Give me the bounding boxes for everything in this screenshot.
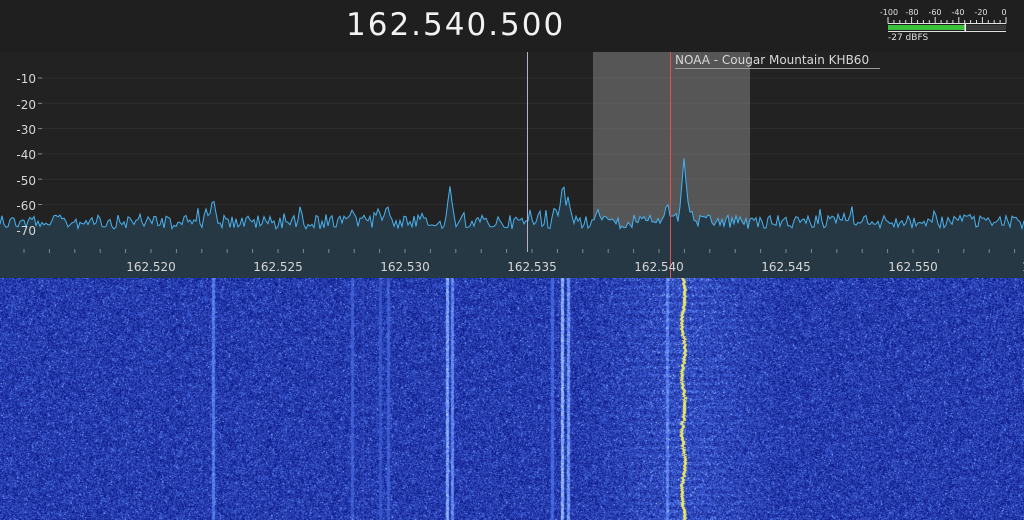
spectrum-trace — [0, 158, 1024, 231]
smeter-level-bar — [888, 25, 966, 30]
db-axis-label: -10 — [16, 72, 36, 86]
center-frequency-display[interactable]: 162.540.500 — [346, 5, 565, 45]
smeter-scale-label: -80 — [905, 8, 918, 17]
smeter-scale-label: -100 — [880, 8, 898, 17]
db-axis-label: -60 — [16, 199, 36, 213]
bookmark-label[interactable]: NOAA - Cougar Mountain KHB60 — [675, 53, 869, 67]
frequency-axis-label: 162.550 — [888, 260, 938, 274]
smeter-ticks — [887, 17, 1007, 24]
waterfall-canvas[interactable] — [0, 278, 1024, 520]
waterfall-display[interactable] — [0, 278, 1024, 520]
smeter-scale-label: -60 — [928, 8, 941, 17]
frequency-axis-label: 162.525 — [253, 260, 303, 274]
signal-meter: -100 -80 -60 -40 -20 0 -27 dBFS — [879, 3, 1009, 47]
smeter-scale-label: 0 — [1001, 8, 1006, 17]
smeter-dbfs-readout: -27 dBFS — [888, 33, 929, 43]
smeter-peak-marker — [964, 24, 967, 31]
frequency-header: 162.540.500 -100 -80 -60 -40 -20 0 -27 d… — [0, 0, 1024, 52]
db-axis-label: -70 — [16, 224, 36, 238]
sdr-receiver-window: 162.540.500 -100 -80 -60 -40 -20 0 -27 d… — [0, 0, 1024, 520]
db-axis-label: -30 — [16, 123, 36, 137]
spectrum-plot[interactable]: NOAA - Cougar Mountain KHB60 -10 -20 -30… — [0, 52, 1024, 278]
frequency-axis-label: 162.545 — [761, 260, 811, 274]
smeter-scale-label: -20 — [974, 8, 987, 17]
frequency-axis-label: 162.540 — [634, 260, 684, 274]
db-axis-label: -50 — [16, 174, 36, 188]
frequency-axis-label: 162.520 — [126, 260, 176, 274]
frequency-axis-label: 162.530 — [380, 260, 430, 274]
db-axis-label: -40 — [16, 148, 36, 162]
spectrum-canvas[interactable]: NOAA - Cougar Mountain KHB60 -10 -20 -30… — [0, 52, 1024, 278]
smeter-scale-label: -40 — [951, 8, 964, 17]
db-axis-label: -20 — [16, 98, 36, 112]
frequency-axis-label: 162.535 — [507, 260, 557, 274]
